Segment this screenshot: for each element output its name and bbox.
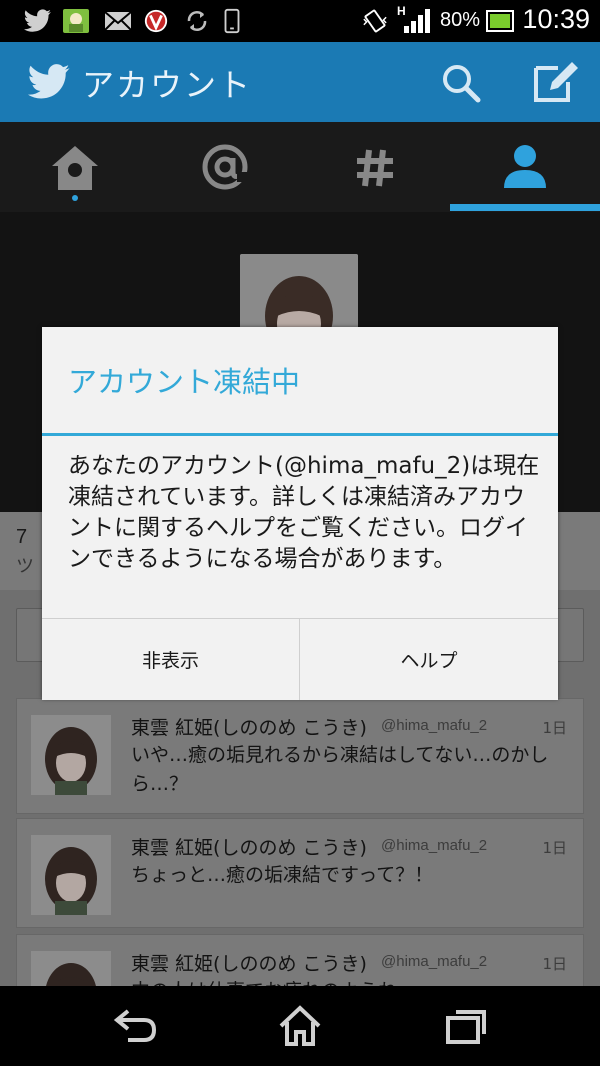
tweet-time: 1日 xyxy=(542,719,567,737)
vibrate-icon xyxy=(363,9,387,33)
hashtag-icon xyxy=(357,149,393,187)
app-notification-icon xyxy=(63,9,89,33)
phone-icon xyxy=(224,8,240,34)
at-sign-icon xyxy=(202,144,248,190)
navigation-bar xyxy=(0,986,600,1066)
tweet-author-name: 東雲 紅姫(しののめ こうき) xyxy=(131,953,367,975)
stats-count: 7 xyxy=(16,526,28,548)
back-icon[interactable] xyxy=(110,1002,160,1050)
home-icon xyxy=(52,146,98,201)
stats-label: ツ xyxy=(16,556,34,577)
tab-bar xyxy=(0,122,600,212)
twitter-logo-icon[interactable] xyxy=(24,62,72,102)
tweet-author-handle: @hima_mafu_2 xyxy=(381,837,488,854)
tweet-author-name: 東雲 紅姫(しののめ こうき) xyxy=(131,837,367,859)
dialog-message: あなたのアカウント(@hima_mafu_2)は現在凍結されています。詳しくは凍… xyxy=(68,453,540,572)
tweet-avatar-image xyxy=(31,835,111,915)
tweet-time: 1日 xyxy=(542,955,567,973)
action-bar-title: アカウント xyxy=(82,66,253,104)
clock: 10:39 xyxy=(522,4,590,34)
compose-icon[interactable] xyxy=(532,60,580,104)
tweet-author-handle: @hima_mafu_2 xyxy=(381,717,488,734)
account-suspended-dialog: アカウント凍結中 あなたのアカウント(@hima_mafu_2)は現在凍結されて… xyxy=(42,327,558,700)
tweet-time: 1日 xyxy=(542,839,567,857)
v-app-icon xyxy=(144,9,168,33)
help-button[interactable]: ヘルプ xyxy=(300,619,558,700)
tweet-avatar[interactable] xyxy=(31,835,111,915)
person-icon xyxy=(504,145,546,188)
mail-icon xyxy=(104,11,132,31)
signal-icon xyxy=(404,9,430,33)
dialog-title-divider xyxy=(42,433,558,436)
tab-discover[interactable] xyxy=(300,122,450,212)
battery-icon xyxy=(486,10,514,32)
recent-apps-icon[interactable] xyxy=(442,1002,492,1050)
tweet-author-name: 東雲 紅姫(しののめ こうき) xyxy=(131,717,367,739)
battery-percent: 80% xyxy=(440,9,481,31)
search-icon[interactable] xyxy=(440,62,482,104)
action-bar: アカウント xyxy=(0,42,600,122)
tweet-avatar-image xyxy=(31,715,111,795)
tweet-item[interactable]: 東雲 紅姫(しののめ こうき) @hima_mafu_2 1日 ちょっと…癒の垢… xyxy=(16,818,584,928)
tab-home[interactable] xyxy=(0,122,150,212)
home-nav-icon[interactable] xyxy=(275,1002,325,1050)
selected-tab-indicator xyxy=(450,204,600,211)
tweet-text: いや…癒の垢見れるから凍結はしてない…のかしら…？ xyxy=(131,744,549,795)
tweet-item[interactable]: 東雲 紅姫(しののめ こうき) @hima_mafu_2 1日 いや…癒の垢見れ… xyxy=(16,698,584,814)
tab-mentions[interactable] xyxy=(150,122,300,212)
tweet-list: 東雲 紅姫(しののめ こうき) @hima_mafu_2 1日 いや…癒の垢見れ… xyxy=(0,680,600,1016)
status-bar: H 80% 10:39 xyxy=(0,0,600,42)
tweet-text: ちょっと…癒の垢凍結ですって？！ xyxy=(131,864,434,886)
tweet-author-handle: @hima_mafu_2 xyxy=(381,953,488,970)
twitter-notification-icon xyxy=(24,9,51,32)
dialog-title: アカウント凍結中 xyxy=(68,365,301,399)
dialog-button-bar: 非表示 ヘルプ xyxy=(42,618,558,700)
sync-icon xyxy=(187,11,207,31)
tab-me[interactable] xyxy=(450,122,600,212)
tweet-avatar[interactable] xyxy=(31,715,111,795)
dismiss-button[interactable]: 非表示 xyxy=(42,619,299,700)
